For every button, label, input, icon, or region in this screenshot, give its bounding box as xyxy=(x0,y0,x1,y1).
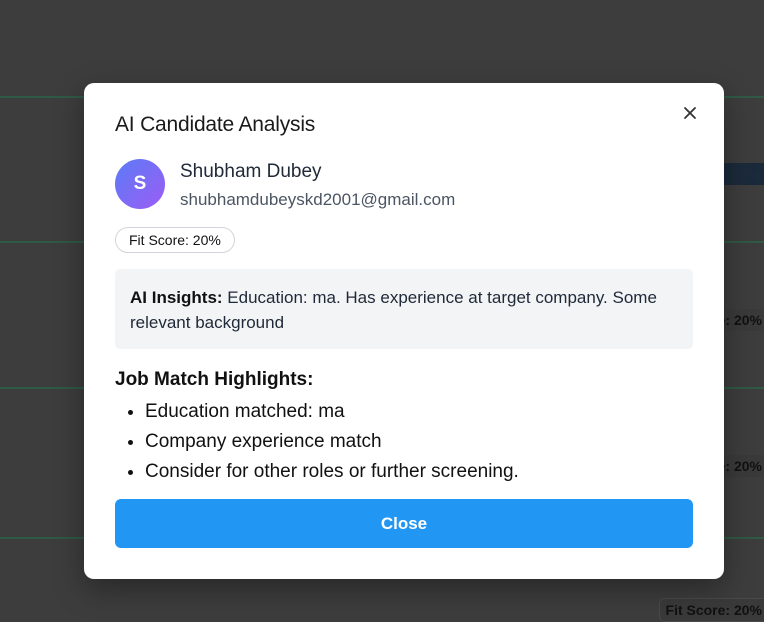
ai-insights-box: AI Insights: Education: ma. Has experien… xyxy=(115,269,693,349)
job-match-highlights-list: Education matched: ma Company experience… xyxy=(115,397,519,487)
fit-score-badge: Fit Score: 20% xyxy=(115,227,235,253)
avatar: S xyxy=(115,159,165,209)
list-item: Education matched: ma xyxy=(145,397,519,427)
modal-title: AI Candidate Analysis xyxy=(115,113,316,136)
close-icon-glyph xyxy=(684,107,696,119)
close-icon[interactable] xyxy=(678,101,702,125)
list-item: Company experience match xyxy=(145,427,519,457)
list-item: Consider for other roles or further scre… xyxy=(145,457,519,487)
job-match-highlights-title: Job Match Highlights: xyxy=(115,369,314,390)
candidate-name: Shubham Dubey xyxy=(180,161,322,182)
background-fit-score-badge: Fit Score: 20% xyxy=(658,598,764,622)
candidate-email: shubhamdubeyskd2001@gmail.com xyxy=(180,190,456,209)
ai-insights-label: AI Insights: xyxy=(130,288,223,307)
close-button[interactable]: Close xyxy=(115,499,693,548)
candidate-analysis-modal: AI Candidate Analysis S Shubham Dubey sh… xyxy=(84,83,724,579)
